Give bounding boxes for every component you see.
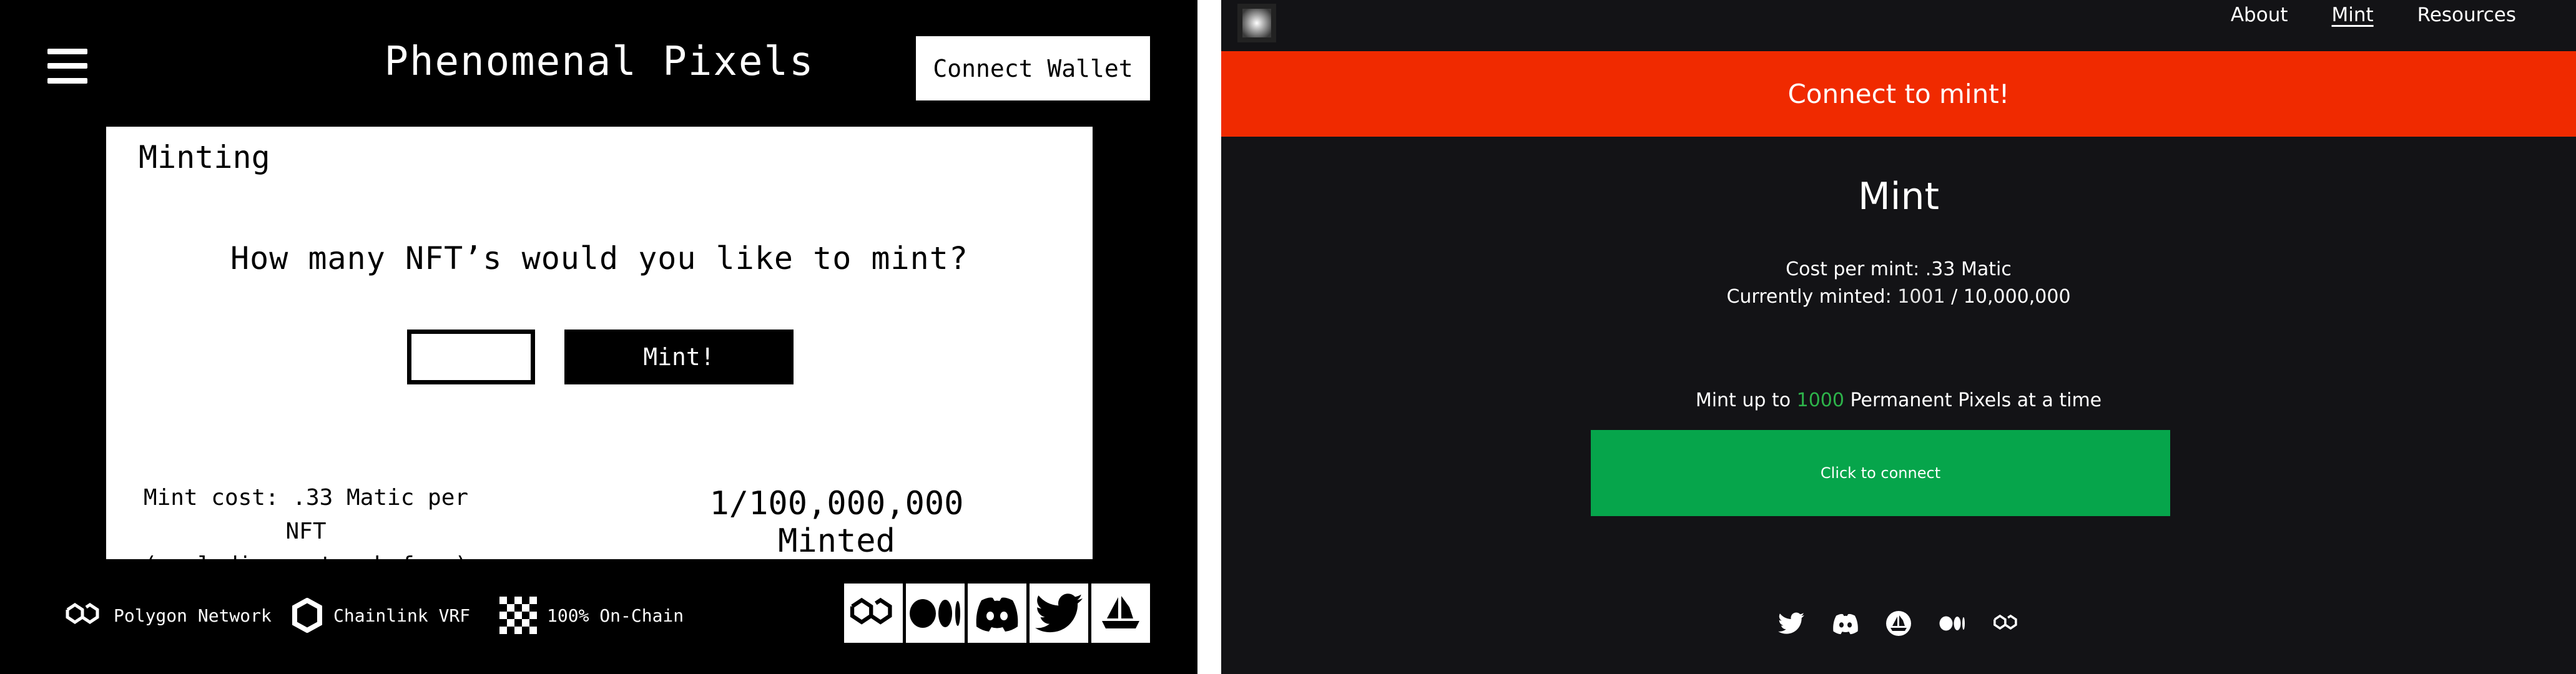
medium-icon xyxy=(910,598,960,628)
social-links xyxy=(844,584,1150,643)
feature-polygon: Polygon Network xyxy=(65,596,272,635)
currently-minted-total: / 10,000,000 xyxy=(1951,286,2071,308)
top-nav: About Mint Resources xyxy=(2231,4,2516,26)
discord-link[interactable] xyxy=(968,584,1026,643)
mint-limit-prefix: Mint up to xyxy=(1695,389,1791,411)
medium-icon[interactable] xyxy=(1939,610,1965,637)
polygon-link[interactable] xyxy=(844,584,903,643)
feature-label: Polygon Network xyxy=(114,605,272,626)
discord-icon xyxy=(976,597,1018,632)
site-logo[interactable] xyxy=(1237,4,1276,42)
currently-minted: Currently minted: 1001 / 10,000,000 xyxy=(1221,286,2576,308)
mint-limit-text: Mint up to 1000 Permanent Pixels at a ti… xyxy=(1221,389,2576,411)
minted-count: 1/100,000,000 Minted xyxy=(709,485,964,560)
card-title: Minting xyxy=(139,139,270,175)
right-app: About Mint Resources Connect to mint! Mi… xyxy=(1221,0,2576,674)
feature-label: 100% On-Chain xyxy=(547,605,684,626)
opensea-icon xyxy=(1102,595,1139,628)
footer-social-links xyxy=(1221,610,2576,637)
mint-limit-value: 1000 xyxy=(1796,389,1844,411)
network-fees-note: (excluding network fees) xyxy=(143,552,469,578)
connect-banner: Connect to mint! xyxy=(1221,51,2576,137)
twitter-link[interactable] xyxy=(1030,584,1088,643)
opensea-icon[interactable] xyxy=(1885,610,1912,637)
mint-cost-line: Mint cost: .33 Matic per NFT xyxy=(143,485,469,544)
polygon-icon xyxy=(850,597,892,625)
click-to-connect-button[interactable]: Click to connect xyxy=(1591,430,2170,516)
currently-minted-value: 1001 xyxy=(1897,286,1945,308)
mint-button[interactable]: Mint! xyxy=(564,330,794,384)
nav-resources[interactable]: Resources xyxy=(2417,4,2516,26)
nav-mint[interactable]: Mint xyxy=(2332,4,2374,26)
checker-icon xyxy=(499,597,537,634)
polygon-icon[interactable] xyxy=(1993,610,2019,637)
feature-chainlink: Chainlink VRF xyxy=(291,596,470,635)
pixel-logo-icon xyxy=(1242,9,1271,37)
site-title: Phenomenal Pixels xyxy=(384,39,815,85)
opensea-link[interactable] xyxy=(1091,584,1150,643)
page-heading: Mint xyxy=(1858,175,1939,218)
cost-per-mint: Cost per mint: .33 Matic xyxy=(1786,258,2012,280)
feature-on-chain: 100% On-Chain xyxy=(499,596,684,635)
discord-icon[interactable] xyxy=(1832,610,1858,637)
panel-divider xyxy=(1197,0,1221,674)
mint-limit-suffix: Permanent Pixels at a time xyxy=(1850,389,2102,411)
nav-about[interactable]: About xyxy=(2231,4,2288,26)
quantity-input[interactable] xyxy=(407,330,535,384)
twitter-icon xyxy=(1035,593,1083,632)
left-app: Phenomenal Pixels Connect Wallet Minting… xyxy=(0,0,1197,674)
currently-minted-label: Currently minted: xyxy=(1726,286,1892,308)
connect-wallet-button[interactable]: Connect Wallet xyxy=(916,36,1150,100)
polygon-icon xyxy=(66,602,99,625)
hamburger-menu-icon[interactable] xyxy=(47,49,87,84)
chainlink-icon xyxy=(292,598,322,633)
twitter-icon[interactable] xyxy=(1778,610,1804,637)
mint-cost-info: Mint cost: .33 Matic per NFT (excluding … xyxy=(131,481,481,582)
feature-label: Chainlink VRF xyxy=(333,605,471,626)
medium-link[interactable] xyxy=(906,584,965,643)
mint-question: How many NFT’s would you like to mint? xyxy=(230,240,968,276)
minting-card: Minting How many NFT’s would you like to… xyxy=(106,127,1093,578)
